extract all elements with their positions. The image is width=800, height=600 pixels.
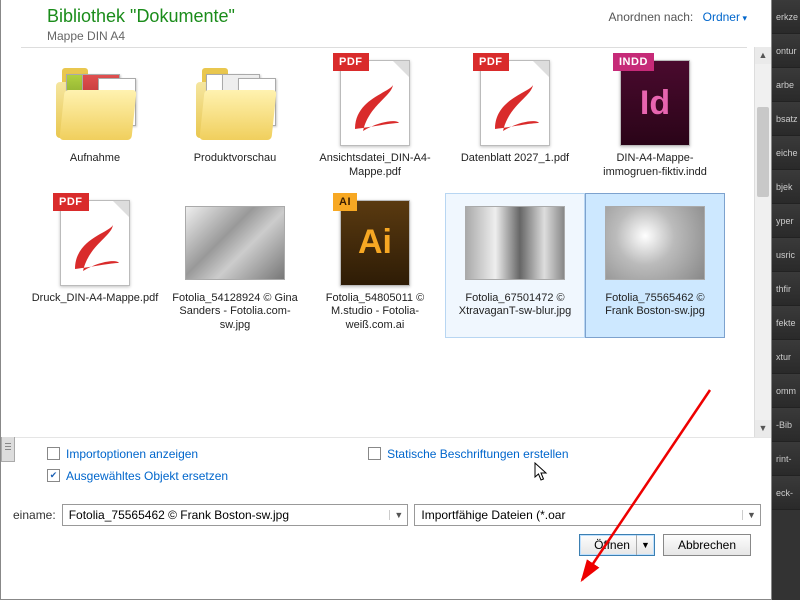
file-tile[interactable]: PDF Ansichtsdatei_DIN-A4-Mappe.pdf — [305, 53, 445, 185]
cancel-button[interactable]: Abbrechen — [663, 534, 751, 556]
checkbox-import-options[interactable]: Importoptionen anzeigen — [47, 446, 228, 462]
panel-tab[interactable]: bjek — [772, 170, 800, 204]
file-thumbnail: AIAi — [325, 198, 425, 288]
import-options-panel: Importoptionen anzeigen ✔ Ausgewähltes O… — [1, 437, 771, 498]
file-tile[interactable]: Fotolia_75565462 © Frank Boston-sw.jpg — [585, 193, 725, 338]
panel-tab[interactable]: rint- — [772, 442, 800, 476]
file-caption: Produktvorschau — [168, 152, 302, 166]
file-caption: DIN-A4-Mappe-immogruen-fiktiv.indd — [588, 152, 722, 180]
panel-tab[interactable]: eiche — [772, 136, 800, 170]
dialog-bottom: einame: Fotolia_75565462 © Frank Boston-… — [1, 498, 771, 556]
panel-tab[interactable]: usric — [772, 238, 800, 272]
app-panel-strip: erkzeonturarbebsatzeichebjekyperusricthf… — [772, 0, 800, 600]
checkbox-replace-selected[interactable]: ✔ Ausgewähltes Objekt ersetzen — [47, 468, 228, 484]
file-caption: Datenblatt 2027_1.pdf — [448, 152, 582, 166]
file-caption: Druck_DIN-A4-Mappe.pdf — [28, 292, 162, 306]
file-tile[interactable]: INDDId DIN-A4-Mappe-immogruen-fiktiv.indd — [585, 53, 725, 185]
scroll-down-icon[interactable]: ▼ — [755, 420, 771, 437]
file-caption: Fotolia_54805011 © M.studio - Fotolia-we… — [308, 292, 442, 333]
panel-tab[interactable]: ontur — [772, 34, 800, 68]
arrange-dropdown[interactable]: Ordner — [703, 10, 747, 24]
arrange-by: Anordnen nach: Ordner — [609, 10, 747, 24]
chevron-down-icon[interactable]: ▼ — [389, 510, 407, 520]
file-caption: Fotolia_54128924 © Gina Sanders - Fotoli… — [168, 292, 302, 333]
file-thumbnail: INDDId — [605, 58, 705, 148]
panel-tab[interactable]: erkze — [772, 0, 800, 34]
panel-tab[interactable]: bsatz — [772, 102, 800, 136]
panel-tab[interactable]: thfir — [772, 272, 800, 306]
file-type-filter[interactable]: Importfähige Dateien (*.oar ▼ — [414, 504, 761, 526]
panel-tab[interactable]: -Bib — [772, 408, 800, 442]
open-button[interactable]: Öffnen ▼ — [579, 534, 655, 556]
file-thumbnail: PDF — [325, 58, 425, 148]
chevron-down-icon[interactable]: ▼ — [636, 535, 654, 555]
file-thumbnail — [45, 58, 145, 148]
panel-tab[interactable]: eck- — [772, 476, 800, 510]
file-thumbnail: PDF — [45, 198, 145, 288]
file-tile[interactable]: PDF Druck_DIN-A4-Mappe.pdf — [25, 193, 165, 338]
file-tile[interactable]: Fotolia_67501472 © XtravaganT-sw-blur.jp… — [445, 193, 585, 338]
file-thumbnail — [465, 198, 565, 288]
file-tile[interactable]: PDF Datenblatt 2027_1.pdf — [445, 53, 585, 185]
file-open-dialog: Bibliothek "Dokumente" Mappe DIN A4 Anor… — [0, 0, 772, 600]
library-subfolder: Mappe DIN A4 — [47, 29, 757, 43]
chevron-down-icon[interactable]: ▼ — [742, 510, 760, 520]
filename-input[interactable]: Fotolia_75565462 © Frank Boston-sw.jpg ▼ — [62, 504, 409, 526]
checkbox-static-captions[interactable]: Statische Beschriftungen erstellen — [368, 446, 568, 462]
file-caption: Fotolia_75565462 © Frank Boston-sw.jpg — [588, 292, 722, 320]
file-list-area: Aufnahme Produktvorschau PDF Ansichtsdatei_… — [1, 47, 771, 437]
scroll-thumb[interactable] — [757, 107, 769, 197]
file-caption: Ansichtsdatei_DIN-A4-Mappe.pdf — [308, 152, 442, 180]
file-caption: Fotolia_67501472 © XtravaganT-sw-blur.jp… — [448, 292, 582, 320]
vertical-scrollbar[interactable]: ▲ ▼ — [754, 47, 771, 437]
panel-tab[interactable]: xtur — [772, 340, 800, 374]
file-tile[interactable]: AIAiFotolia_54805011 © M.studio - Fotoli… — [305, 193, 445, 338]
file-thumbnail — [185, 58, 285, 148]
filename-label: einame: — [13, 508, 56, 522]
file-thumbnail — [605, 198, 705, 288]
file-tile[interactable]: Fotolia_54128924 © Gina Sanders - Fotoli… — [165, 193, 305, 338]
panel-tab[interactable]: arbe — [772, 68, 800, 102]
file-caption: Aufnahme — [28, 152, 162, 166]
file-tile[interactable]: Produktvorschau — [165, 53, 305, 185]
dialog-header: Bibliothek "Dokumente" Mappe DIN A4 Anor… — [1, 0, 771, 47]
panel-tab[interactable]: yper — [772, 204, 800, 238]
file-tile[interactable]: Aufnahme — [25, 53, 165, 185]
panel-tab[interactable]: fekte — [772, 306, 800, 340]
file-thumbnail: PDF — [465, 58, 565, 148]
file-thumbnail — [185, 198, 285, 288]
scroll-up-icon[interactable]: ▲ — [755, 47, 771, 64]
panel-tab[interactable]: omm — [772, 374, 800, 408]
